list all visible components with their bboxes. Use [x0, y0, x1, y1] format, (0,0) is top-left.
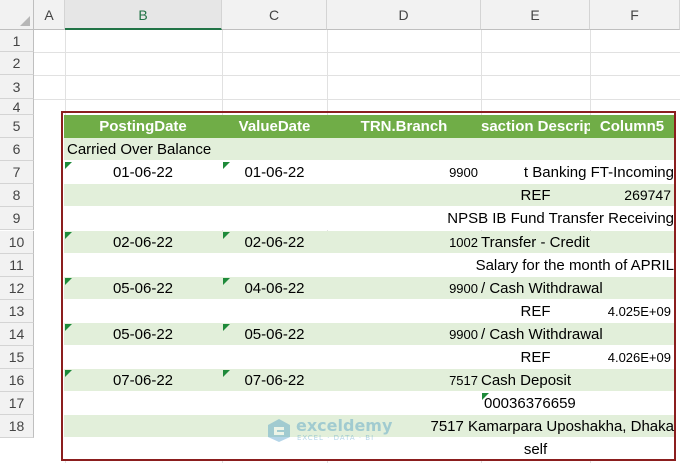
branch-cell[interactable]: 9900: [327, 323, 478, 346]
gridline-horizontal: [34, 52, 680, 53]
description-cell[interactable]: / Cash Withdrawal: [481, 323, 674, 346]
table-header-cell[interactable]: Column5: [590, 115, 674, 138]
row-header-14[interactable]: 14: [0, 322, 34, 346]
description-cell[interactable]: 7517 Kamarpara Uposhakha, Dhaka: [390, 415, 675, 438]
value-date-cell[interactable]: 01-06-22: [222, 161, 327, 184]
row-header-18[interactable]: 18: [0, 415, 34, 439]
row-header-16[interactable]: 16: [0, 369, 34, 393]
error-indicator-icon: [65, 231, 72, 239]
description-cell[interactable]: t Banking FT-Incoming: [390, 161, 674, 184]
column5-cell[interactable]: 4.025E+09: [590, 300, 671, 323]
watermark-tagline: EXCEL · DATA · BI: [297, 434, 375, 442]
error-indicator-icon: [65, 370, 72, 378]
branch-cell[interactable]: 1002: [327, 231, 478, 254]
row-header-1[interactable]: 1: [0, 30, 34, 52]
column-header-c[interactable]: C: [222, 0, 327, 30]
column-header-e[interactable]: E: [481, 0, 590, 30]
value-date-cell[interactable]: 02-06-22: [222, 231, 327, 254]
row-header-12[interactable]: 12: [0, 276, 34, 300]
error-indicator-icon: [223, 162, 230, 170]
branch-cell[interactable]: 7517: [327, 369, 478, 392]
description-cell[interactable]: 00036376659: [484, 392, 634, 415]
spreadsheet-grid[interactable]: A B C D E F 1 2 3 4 5 6 7 8 9 10 11 12 13 14 15 16 17 18 Posting…: [0, 0, 680, 463]
row-header-9[interactable]: 9: [0, 207, 34, 231]
gridline-horizontal: [34, 75, 680, 76]
branch-cell[interactable]: 9900: [327, 277, 478, 300]
description-cell[interactable]: REF: [481, 346, 590, 369]
description-cell[interactable]: Cash Deposit: [481, 369, 674, 392]
error-indicator-icon: [482, 393, 489, 401]
row-header-11[interactable]: 11: [0, 253, 34, 277]
error-indicator-icon: [223, 231, 230, 239]
error-indicator-icon: [223, 277, 230, 285]
posting-date-cell[interactable]: 01-06-22: [64, 161, 222, 184]
row-header-10[interactable]: 10: [0, 230, 34, 254]
row-header-8[interactable]: 8: [0, 184, 34, 208]
posting-date-cell[interactable]: 05-06-22: [64, 277, 222, 300]
column5-cell[interactable]: 269747: [590, 184, 671, 207]
error-indicator-icon: [223, 370, 230, 378]
column-header-a[interactable]: A: [34, 0, 65, 30]
row-header-15[interactable]: 15: [0, 346, 34, 370]
posting-date-cell[interactable]: 05-06-22: [64, 323, 222, 346]
table-header-cell[interactable]: TRN.Branch: [327, 115, 481, 138]
value-date-cell[interactable]: 07-06-22: [222, 369, 327, 392]
table-header-cell[interactable]: saction Descrip: [481, 115, 590, 138]
table-header-cell[interactable]: ValueDate: [222, 115, 327, 138]
value-date-cell[interactable]: 04-06-22: [222, 277, 327, 300]
column-header-f[interactable]: F: [590, 0, 680, 30]
row-header-2[interactable]: 2: [0, 52, 34, 75]
description-cell[interactable]: NPSB IB Fund Transfer Receiving: [390, 207, 674, 230]
column-header-b[interactable]: B: [65, 0, 222, 30]
description-cell[interactable]: REF: [481, 184, 590, 207]
exceldemy-watermark: exceldemy EXCEL · DATA · BI: [266, 416, 392, 444]
row-header-17[interactable]: 17: [0, 392, 34, 416]
watermark-name: exceldemy: [296, 416, 393, 435]
description-cell[interactable]: REF: [481, 300, 590, 323]
description-cell[interactable]: / Cash Withdrawal: [481, 277, 674, 300]
posting-date-cell[interactable]: 07-06-22: [64, 369, 222, 392]
description-cell[interactable]: Salary for the month of APRIL: [390, 254, 674, 277]
error-indicator-icon: [223, 323, 230, 331]
error-indicator-icon: [65, 162, 72, 170]
row-header-5[interactable]: 5: [0, 115, 34, 139]
table-header-cell[interactable]: PostingDate: [64, 115, 222, 138]
column-header-d[interactable]: D: [327, 0, 481, 30]
row-header-7[interactable]: 7: [0, 161, 34, 185]
select-all-corner[interactable]: [0, 0, 34, 30]
error-indicator-icon: [65, 323, 72, 331]
column5-cell[interactable]: 4.026E+09: [590, 346, 671, 369]
carried-over-balance-cell[interactable]: Carried Over Balance: [67, 138, 327, 161]
row-header-13[interactable]: 13: [0, 299, 34, 323]
select-all-triangle-icon: [20, 16, 30, 26]
value-date-cell[interactable]: 05-06-22: [222, 323, 327, 346]
description-cell[interactable]: self: [481, 438, 590, 461]
description-cell[interactable]: Transfer - Credit: [481, 231, 674, 254]
posting-date-cell[interactable]: 02-06-22: [64, 231, 222, 254]
gridline-horizontal: [34, 99, 680, 100]
row-header-4[interactable]: 4: [0, 99, 34, 115]
row-header-3[interactable]: 3: [0, 75, 34, 99]
error-indicator-icon: [65, 277, 72, 285]
exceldemy-logo-icon: [268, 419, 290, 442]
row-header-6[interactable]: 6: [0, 138, 34, 162]
